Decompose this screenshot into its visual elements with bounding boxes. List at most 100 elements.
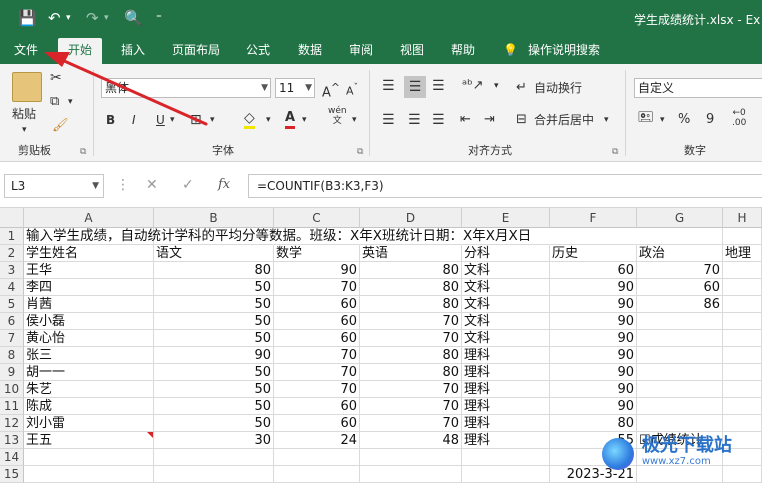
row-header-12[interactable]: 12 [0, 415, 24, 432]
cell-f4[interactable]: 90 [550, 279, 637, 296]
cell-g4[interactable]: 60 [637, 279, 723, 296]
undo-icon[interactable]: ↶ [48, 9, 61, 27]
bold-button[interactable]: B [106, 112, 115, 128]
cell-a12[interactable]: 刘小雷 [24, 415, 154, 432]
merge-center-button[interactable]: 合并后居中 [534, 112, 594, 128]
column-header-h[interactable]: H [723, 208, 762, 228]
cell-c15[interactable] [274, 466, 360, 483]
cell-d14[interactable] [360, 449, 462, 466]
cell-d2[interactable]: 英语 [360, 245, 462, 262]
chevron-down-icon[interactable]: ▼ [305, 79, 312, 97]
fill-color-dropdown-icon[interactable]: ▾ [266, 112, 271, 128]
cell-d3[interactable]: 80 [360, 262, 462, 279]
select-all-corner[interactable] [0, 208, 24, 228]
cell-e7[interactable]: 文科 [462, 330, 550, 347]
cell-g9[interactable] [637, 364, 723, 381]
cell-a11[interactable]: 陈成 [24, 398, 154, 415]
cell-c13[interactable]: 24 [274, 432, 360, 449]
cell-d8[interactable]: 80 [360, 347, 462, 364]
cell-b2[interactable]: 语文 [154, 245, 274, 262]
cell-e3[interactable]: 文科 [462, 262, 550, 279]
cell-a2[interactable]: 学生姓名 [24, 245, 154, 262]
cell-f1[interactable] [550, 228, 637, 245]
cell-c14[interactable] [274, 449, 360, 466]
cell-a5[interactable]: 肖茜 [24, 296, 154, 313]
undo-dropdown-icon[interactable]: ▾ [66, 9, 71, 27]
increase-font-icon[interactable]: A^ [322, 80, 340, 101]
cell-a4[interactable]: 李四 [24, 279, 154, 296]
cell-e13[interactable]: 理科 [462, 432, 550, 449]
tab-page-layout[interactable]: 页面布局 [172, 38, 220, 64]
cell-c6[interactable]: 60 [274, 313, 360, 330]
enter-icon[interactable]: ✓ [182, 177, 194, 193]
borders-dropdown-icon[interactable]: ▾ [210, 112, 215, 128]
font-size-combo[interactable]: 11 ▼ [275, 78, 315, 98]
font-color-button[interactable]: A [285, 110, 296, 129]
cell-b5[interactable]: 50 [154, 296, 274, 313]
cell-h8[interactable] [723, 347, 762, 364]
cell-h10[interactable] [723, 381, 762, 398]
align-bottom-icon[interactable]: ☰ [432, 78, 445, 94]
cell-b12[interactable]: 50 [154, 415, 274, 432]
cell-e14[interactable] [462, 449, 550, 466]
align-right-icon[interactable]: ☰ [432, 112, 445, 128]
percent-button[interactable]: % [678, 112, 690, 128]
italic-button[interactable]: I [132, 112, 136, 128]
cell-e15[interactable] [462, 466, 550, 483]
cell-d15[interactable] [360, 466, 462, 483]
font-color-dropdown-icon[interactable]: ▾ [302, 112, 307, 128]
cell-c3[interactable]: 90 [274, 262, 360, 279]
cell-g8[interactable] [637, 347, 723, 364]
redo-dropdown-icon[interactable]: ▾ [104, 9, 109, 27]
column-header-d[interactable]: D [360, 208, 462, 228]
cell-e12[interactable]: 理科 [462, 415, 550, 432]
cell-a8[interactable]: 张三 [24, 347, 154, 364]
cell-c9[interactable]: 70 [274, 364, 360, 381]
row-header-10[interactable]: 10 [0, 381, 24, 398]
cell-f12[interactable]: 80 [550, 415, 637, 432]
tab-review[interactable]: 审阅 [349, 38, 373, 64]
cell-b3[interactable]: 80 [154, 262, 274, 279]
cell-c8[interactable]: 70 [274, 347, 360, 364]
column-header-f[interactable]: F [550, 208, 637, 228]
align-top-icon[interactable]: ☰ [382, 78, 395, 94]
cell-c7[interactable]: 60 [274, 330, 360, 347]
cell-g7[interactable] [637, 330, 723, 347]
row-header-13[interactable]: 13 [0, 432, 24, 449]
row-header-11[interactable]: 11 [0, 398, 24, 415]
column-header-b[interactable]: B [154, 208, 274, 228]
cell-b11[interactable]: 50 [154, 398, 274, 415]
customize-toolbar-icon[interactable]: ⁼ [156, 9, 162, 27]
cell-a14[interactable] [24, 449, 154, 466]
cell-a15[interactable] [24, 466, 154, 483]
save-icon[interactable]: 💾 [18, 9, 37, 27]
row-header-9[interactable]: 9 [0, 364, 24, 381]
alignment-launcher-icon[interactable]: ⧉ [612, 144, 618, 160]
borders-icon[interactable]: ⊞ [190, 112, 202, 128]
formula-input[interactable]: =COUNTIF(B3:K3,F3) [248, 174, 762, 198]
cell-f2[interactable]: 历史 [550, 245, 637, 262]
cell-d12[interactable]: 70 [360, 415, 462, 432]
increase-indent-icon[interactable]: ⇥ [484, 112, 495, 128]
cell-d7[interactable]: 70 [360, 330, 462, 347]
cell-c11[interactable]: 60 [274, 398, 360, 415]
decrease-indent-icon[interactable]: ⇤ [460, 112, 471, 128]
format-painter-icon[interactable]: 🖌 [52, 118, 69, 134]
cell-b7[interactable]: 50 [154, 330, 274, 347]
cell-g11[interactable] [637, 398, 723, 415]
row-header-1[interactable]: 1 [0, 228, 24, 245]
cell-h7[interactable] [723, 330, 762, 347]
cell-h1[interactable] [723, 228, 762, 245]
cell-f8[interactable]: 90 [550, 347, 637, 364]
insert-function-icon[interactable]: fx [218, 177, 230, 192]
merge-dropdown-icon[interactable]: ▾ [604, 112, 609, 128]
cell-h3[interactable] [723, 262, 762, 279]
cell-b15[interactable] [154, 466, 274, 483]
cancel-icon[interactable]: ✕ [146, 177, 158, 193]
cell-b10[interactable]: 50 [154, 381, 274, 398]
row-header-7[interactable]: 7 [0, 330, 24, 347]
align-left-icon[interactable]: ☰ [382, 112, 395, 128]
cell-d13[interactable]: 48 [360, 432, 462, 449]
cell-a1[interactable]: 输入学生成绩，自动统计学科的平均分等数据。班级：X年X班统计日期：X年X月X日 [24, 228, 531, 245]
name-box-dropdown-icon[interactable]: ▼ [92, 175, 99, 197]
